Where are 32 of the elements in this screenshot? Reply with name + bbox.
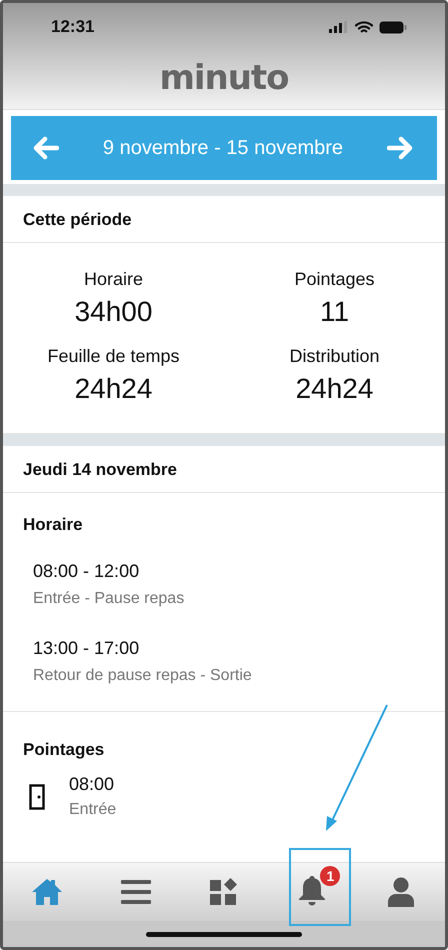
battery-icon [379, 20, 407, 34]
section-title: Pointages [23, 740, 106, 760]
stat-value: 34h00 [74, 296, 152, 328]
period-label: 9 novembre - 15 novembre [102, 136, 344, 160]
stat-label: Feuille de temps [47, 346, 180, 367]
shift-time: 08:00 - 12:00 [33, 561, 140, 582]
section-title: Horaire [23, 515, 84, 535]
notification-badge: 1 [320, 866, 340, 886]
punch-time: 08:00 [69, 774, 116, 795]
door-icon [29, 784, 45, 810]
status-time: 12:31 [51, 17, 94, 37]
stat-label: Pointages [294, 269, 375, 290]
punch-detail: Entrée [69, 801, 116, 819]
wifi-icon [355, 20, 373, 34]
home-tab-icon[interactable] [31, 878, 64, 906]
shift-detail: Retour de pause repas - Sortie [33, 667, 253, 685]
app-logo: minuto [159, 58, 289, 98]
signal-icon [329, 21, 349, 33]
apps-tab-icon[interactable] [210, 878, 238, 906]
section-title: Cette période [23, 210, 132, 229]
stat-value: 24h24 [296, 373, 374, 405]
stat-value: 24h24 [74, 373, 152, 405]
menu-tab-icon[interactable] [120, 879, 151, 905]
previous-arrow-icon[interactable] [33, 136, 59, 160]
stat-label: Horaire [84, 269, 144, 290]
shift-detail: Entrée - Pause repas [33, 590, 186, 608]
stat-value: 11 [320, 296, 350, 328]
stat-label: Distribution [289, 346, 380, 367]
day-title: Jeudi 14 novembre [23, 460, 178, 479]
shift-time: 13:00 - 17:00 [33, 638, 140, 659]
next-arrow-icon[interactable] [386, 136, 413, 160]
user-tab-icon[interactable] [388, 877, 414, 907]
